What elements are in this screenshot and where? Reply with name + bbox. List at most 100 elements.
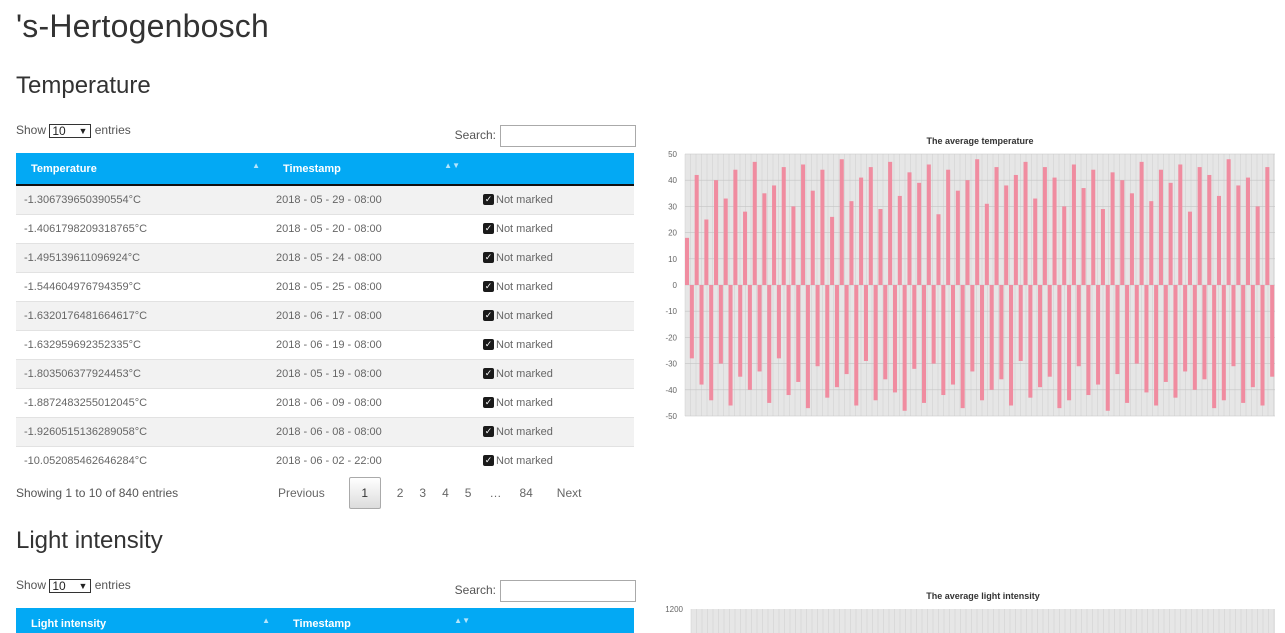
temperature-value: -1.306739650390554°C (24, 193, 141, 206)
temperature-bar (1071, 164, 1076, 285)
column-header-status[interactable] (468, 153, 634, 185)
checkbox-checked-icon[interactable]: ✓ (483, 194, 494, 206)
status-label: Not marked (496, 425, 553, 438)
temperature-section-title: Temperature (16, 72, 151, 99)
checkbox-checked-icon[interactable]: ✓ (483, 426, 494, 438)
table-row[interactable]: -1.8872483255012045°C 2018 - 06 - 09 - 08… (16, 388, 634, 417)
pagination-page[interactable]: 4 (434, 486, 457, 500)
column-header-light-intensity[interactable]: Light intensity ▲ (16, 608, 278, 633)
temperature-value: -10.052085462646284°C (24, 454, 148, 467)
table-row[interactable]: -1.632959692352335°C 2018 - 06 - 19 - 08:… (16, 330, 634, 359)
pagination-page[interactable]: 5 (457, 486, 480, 500)
temperature-bar (1009, 285, 1014, 406)
pagination-page[interactable]: 3 (411, 486, 434, 500)
column-header-timestamp[interactable]: Timestamp ▲▼ (278, 608, 478, 633)
checkbox-checked-icon[interactable]: ✓ (483, 368, 494, 380)
pagination-previous[interactable]: Previous (270, 486, 341, 500)
pagination-page-last[interactable]: 84 (511, 486, 540, 500)
temperature-search-input[interactable] (500, 125, 636, 147)
checkbox-checked-icon[interactable]: ✓ (483, 310, 494, 322)
temperature-bar (975, 159, 980, 285)
temperature-bar (1168, 182, 1173, 285)
temperature-bar (960, 285, 965, 409)
temperature-chart-svg: The average temperature 50 40 30 20 10 0 -10 -20… (665, 136, 1275, 421)
light-table: Light intensity ▲ Timestamp ▲▼ (16, 608, 634, 633)
timestamp-value: 2018 - 05 - 29 - 08:00 (276, 193, 382, 206)
sort-asc-icon: ▲ (262, 616, 270, 625)
checkbox-checked-icon[interactable]: ✓ (483, 397, 494, 409)
y-tick-label: 10 (668, 255, 677, 264)
temperature-bar (902, 285, 907, 411)
search-label: Search: (454, 583, 496, 598)
temperature-bar (1260, 285, 1265, 406)
temperature-bar (839, 159, 844, 285)
checkbox-checked-icon[interactable]: ✓ (483, 339, 494, 351)
temperature-bar (1096, 285, 1101, 385)
timestamp-value: 2018 - 06 - 08 - 08:00 (276, 425, 382, 438)
temperature-bar (1105, 285, 1110, 411)
temperature-bar (1154, 285, 1159, 406)
temperature-entries-select[interactable]: 10 ▼ (49, 123, 92, 138)
checkbox-checked-icon[interactable]: ✓ (483, 455, 494, 467)
table-row[interactable]: -1.9260515136289058°C 2018 - 06 - 08 - 08… (16, 417, 634, 446)
status-cell: ✓ Not marked (468, 272, 634, 301)
temperature-bar (1250, 285, 1255, 388)
status-label: Not marked (496, 222, 553, 235)
temperature-bar (994, 167, 999, 285)
sort-icon: ▲▼ (454, 616, 470, 625)
temperature-bar (931, 285, 936, 364)
light-chart: The average light intensity 1200 (655, 585, 1280, 633)
pagination-page-current[interactable]: 1 (348, 477, 381, 509)
temperature-bar (1197, 167, 1202, 285)
pagination-page[interactable]: 2 (389, 486, 412, 500)
temperature-bar (1076, 285, 1081, 367)
column-header-status[interactable] (478, 608, 634, 633)
temperature-bar (1004, 185, 1009, 285)
checkbox-checked-icon[interactable]: ✓ (483, 281, 494, 293)
table-row[interactable]: -1.803506377924453°C 2018 - 05 - 19 - 08:… (16, 359, 634, 388)
plot-area (691, 609, 1275, 633)
y-tick-label: 0 (673, 281, 678, 290)
pagination-next[interactable]: Next (541, 486, 590, 500)
checkbox-checked-icon[interactable]: ✓ (483, 252, 494, 264)
table-row[interactable]: -1.4061798209318765°C 2018 - 05 - 20 - 08… (16, 214, 634, 243)
temperature-bar (825, 285, 830, 398)
temperature-bar (1163, 285, 1168, 382)
entries-value: 10 (52, 123, 66, 138)
temperature-bar (810, 190, 815, 285)
temperature-bar (1052, 177, 1057, 285)
temperature-bar (694, 174, 699, 285)
temperature-bar (685, 237, 690, 285)
temperature-bar (801, 164, 806, 285)
table-row[interactable]: -1.6320176481664617°C 2018 - 06 - 17 - 08… (16, 301, 634, 330)
table-row[interactable]: -10.052085462646284°C 2018 - 06 - 02 - 22… (16, 446, 634, 475)
temperature-bar (1057, 285, 1062, 409)
timestamp-value: 2018 - 05 - 25 - 08:00 (276, 280, 382, 293)
temperature-bar (1241, 285, 1246, 403)
temperature-bar (714, 180, 719, 285)
table-row[interactable]: -1.544604976794359°C 2018 - 05 - 25 - 08:… (16, 272, 634, 301)
status-cell: ✓ Not marked (468, 214, 634, 243)
temperature-bar (1120, 180, 1125, 285)
temperature-bar (1221, 285, 1226, 401)
column-header-temperature[interactable]: Temperature ▲ (16, 153, 268, 185)
show-label: Show (16, 123, 47, 137)
checkbox-checked-icon[interactable]: ✓ (483, 223, 494, 235)
table-row[interactable]: -1.306739650390554°C 2018 - 05 - 29 - 08:… (16, 185, 634, 214)
light-section-title: Light intensity (16, 527, 163, 554)
temperature-bar (1187, 211, 1192, 285)
light-entries-select[interactable]: 10 ▼ (49, 578, 92, 593)
column-header-timestamp[interactable]: Timestamp ▲▼ (268, 153, 468, 185)
table-row[interactable]: -1.495139611096924°C 2018 - 05 - 24 - 08:… (16, 243, 634, 272)
temperature-bar (873, 285, 878, 401)
temperature-bar (1086, 285, 1091, 396)
temperature-table: Temperature ▲ Timestamp ▲▼ -1.306739650390… (16, 153, 634, 475)
temperature-bar (921, 285, 927, 403)
entries-label: entries (94, 123, 131, 137)
temperature-bar (883, 285, 888, 380)
light-search: Search: (455, 580, 636, 602)
temperature-value: -1.544604976794359°C (24, 280, 141, 293)
temperature-bar (772, 185, 777, 285)
status-label: Not marked (496, 280, 553, 293)
light-search-input[interactable] (500, 580, 636, 602)
